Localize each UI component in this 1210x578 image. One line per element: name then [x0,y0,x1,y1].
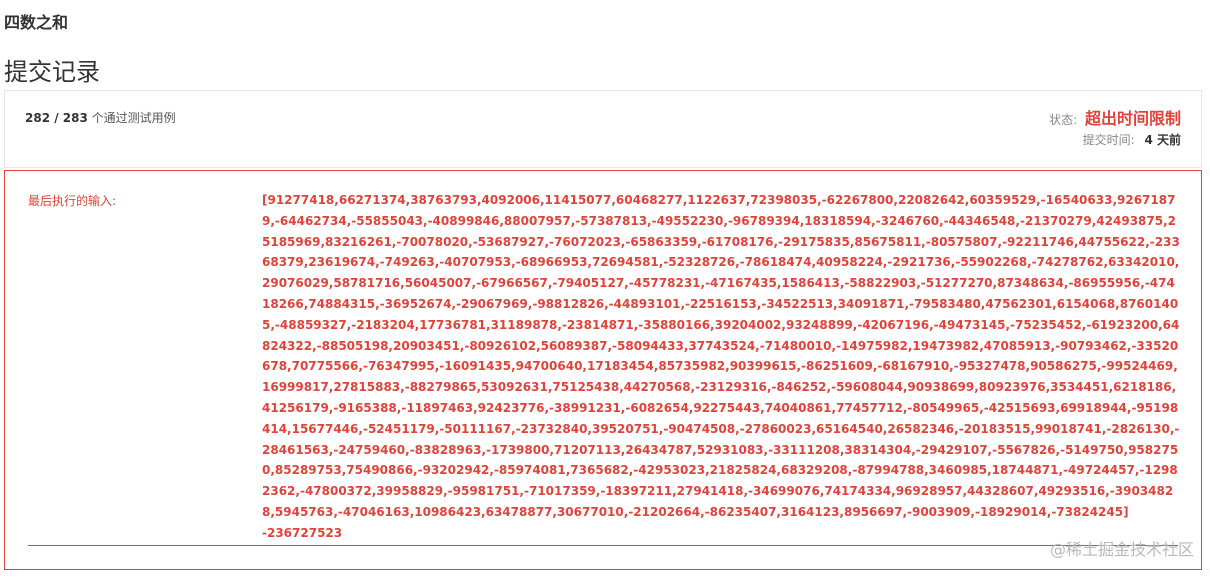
last-input-card: 最后执行的输入: [91277418,66271374,38763793,409… [4,170,1202,570]
submission-time-value: 4 天前 [1144,133,1181,147]
submission-time-line: 提交时间: 4 天前 [1083,131,1181,148]
last-input-nums: [91277418,66271374,38763793,4092006,1141… [262,193,1180,519]
status-label: 状态: [1049,113,1078,127]
passed-suffix: 个通过测试用例 [91,111,176,125]
last-input-target: -236727523 [262,525,343,540]
submission-summary-card: 282 / 283 个通过测试用例 状态: 超出时间限制 提交时间: 4 天前 [4,90,1202,168]
submission-page: 四数之和 提交记录 282 / 283 个通过测试用例 状态: 超出时间限制 提… [0,0,1210,578]
problem-title[interactable]: 四数之和 [4,9,68,33]
submission-time-label: 提交时间: [1082,133,1135,147]
last-input-value: [91277418,66271374,38763793,4092006,1141… [262,190,1182,544]
site-watermark: @稀土掘金技术社区 [1049,540,1194,559]
page-title: 提交记录 [4,58,100,86]
divider [28,545,1178,546]
last-input-label: 最后执行的输入: [28,194,117,208]
status-badge: 超出时间限制 [1084,109,1181,128]
status-line: 状态: 超出时间限制 [1049,105,1181,129]
passed-testcases: 282 / 283 个通过测试用例 [25,109,176,126]
passed-count: 282 / 283 [25,111,88,125]
